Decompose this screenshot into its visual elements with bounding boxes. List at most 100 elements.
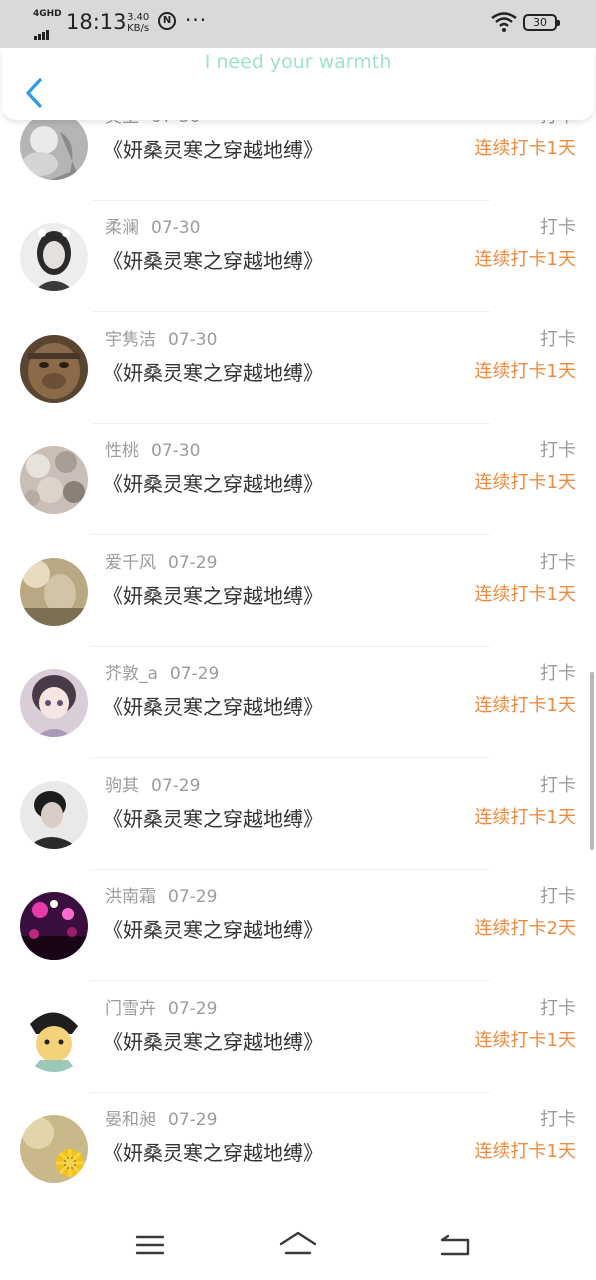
username[interactable]: 晏和昶	[105, 1110, 156, 1130]
streak-label: 连续打卡1天	[474, 1030, 576, 1051]
checkin-date: 07-30	[168, 330, 218, 350]
list-item[interactable]: 芥敦_a 07-29 打卡 《妍桑灵寒之穿越地缚》 连续打卡1天	[0, 663, 596, 780]
streak-label: 连续打卡1天	[474, 138, 576, 159]
avatar	[20, 558, 88, 626]
streak-label: 连续打卡1天	[474, 249, 576, 270]
checkin-date: 07-29	[168, 999, 218, 1019]
scrollbar[interactable]	[590, 672, 594, 850]
chevron-left-icon	[26, 78, 42, 108]
avatar	[20, 223, 88, 291]
checkin-date: 07-30	[151, 218, 201, 238]
book-title[interactable]: 《妍桑灵寒之穿越地缚》	[103, 245, 323, 274]
list-item[interactable]: 宇隽洁 07-30 打卡 《妍桑灵寒之穿越地缚》 连续打卡1天	[0, 329, 596, 446]
system-nav-bar	[0, 1210, 596, 1280]
book-title[interactable]: 《妍桑灵寒之穿越地缚》	[103, 580, 323, 609]
checkin-date: 07-29	[168, 1110, 218, 1130]
list-item[interactable]: 奕生07-30 打卡 《妍桑灵寒之穿越地缚》 连续打卡1天	[0, 106, 596, 223]
streak-label: 连续打卡1天	[474, 695, 576, 716]
list-item[interactable]: 洪南霜 07-29 打卡 《妍桑灵寒之穿越地缚》 连续打卡2天	[0, 886, 596, 1003]
user-meta: 爱千风 07-29	[105, 548, 217, 573]
checkin-date: 07-29	[169, 664, 220, 684]
network-type: 4GHD	[33, 9, 62, 19]
book-title[interactable]: 《妍桑灵寒之穿越地缚》	[103, 134, 323, 163]
wifi-icon	[491, 12, 517, 36]
book-title[interactable]: 《妍桑灵寒之穿越地缚》	[103, 691, 323, 720]
list-item[interactable]: 驹其 07-29 打卡 《妍桑灵寒之穿越地缚》 连续打卡1天	[0, 775, 596, 892]
checkin-list: 奕生07-30 打卡 《妍桑灵寒之穿越地缚》 连续打卡1天 柔澜 07-30 打卡…	[0, 0, 596, 1210]
divider	[90, 869, 490, 870]
menu-icon	[135, 1235, 165, 1255]
username[interactable]: 芥敦_a	[105, 664, 158, 684]
checkin-date: 07-30	[151, 441, 201, 461]
avatar	[20, 1115, 88, 1183]
cellular-signal-icon: 4GHD	[33, 9, 62, 40]
action-label: 打卡	[540, 552, 576, 573]
nfc-icon: N	[158, 12, 176, 30]
streak-label: 连续打卡1天	[474, 1141, 576, 1162]
network-speed-value: 3.40	[127, 12, 150, 23]
divider	[90, 980, 490, 981]
streak-label: 连续打卡2天	[474, 918, 576, 939]
user-meta: 驹其 07-29	[105, 771, 200, 796]
clock: 18:13	[66, 10, 127, 34]
user-meta: 洪南霜 07-29	[105, 882, 217, 907]
username[interactable]: 柔澜	[105, 218, 139, 238]
user-meta: 门雪卉 07-29	[105, 994, 217, 1019]
username[interactable]: 门雪卉	[105, 999, 156, 1019]
action-label: 打卡	[540, 998, 576, 1019]
avatar	[20, 669, 88, 737]
back-nav-button[interactable]	[434, 1228, 474, 1262]
divider	[90, 757, 490, 758]
home-button[interactable]	[278, 1228, 318, 1262]
divider	[90, 646, 490, 647]
book-title[interactable]: 《妍桑灵寒之穿越地缚》	[103, 357, 323, 386]
action-label: 打卡	[540, 217, 576, 238]
user-meta: 性桃 07-30	[105, 436, 200, 461]
menu-button[interactable]	[130, 1228, 170, 1262]
username[interactable]: 宇隽洁	[105, 330, 156, 350]
user-meta: 柔澜 07-30	[105, 213, 200, 238]
streak-label: 连续打卡1天	[474, 472, 576, 493]
list-item[interactable]: 门雪卉 07-29 打卡 《妍桑灵寒之穿越地缚》 连续打卡1天	[0, 998, 596, 1115]
action-label: 打卡	[540, 440, 576, 461]
network-speed-unit: KB/s	[127, 23, 150, 34]
user-meta: 晏和昶 07-29	[105, 1105, 217, 1130]
username[interactable]: 性桃	[105, 441, 139, 461]
action-label: 打卡	[540, 329, 576, 350]
username[interactable]: 洪南霜	[105, 887, 156, 907]
back-button[interactable]	[22, 76, 48, 110]
battery-icon: 30	[523, 14, 560, 31]
divider	[90, 1092, 490, 1093]
avatar	[20, 892, 88, 960]
network-speed: 3.40 KB/s	[127, 12, 149, 34]
username[interactable]: 驹其	[105, 776, 139, 796]
checkin-date: 07-29	[151, 776, 201, 796]
divider	[90, 534, 490, 535]
checkin-date: 07-29	[168, 553, 218, 573]
list-item[interactable]: 爱千风 07-29 打卡 《妍桑灵寒之穿越地缚》 连续打卡1天	[0, 552, 596, 669]
list-item[interactable]: 晏和昶 07-29 打卡 《妍桑灵寒之穿越地缚》 连续打卡1天	[0, 1109, 596, 1210]
back-arrow-icon	[440, 1234, 470, 1256]
top-header: I need your warmth	[2, 48, 594, 120]
list-item[interactable]: 性桃 07-30 打卡 《妍桑灵寒之穿越地缚》 连续打卡1天	[0, 440, 596, 557]
action-label: 打卡	[540, 775, 576, 796]
action-label: 打卡	[540, 1109, 576, 1130]
book-title[interactable]: 《妍桑灵寒之穿越地缚》	[103, 1026, 323, 1055]
streak-label: 连续打卡1天	[474, 584, 576, 605]
book-title[interactable]: 《妍桑灵寒之穿越地缚》	[103, 1137, 323, 1166]
avatar	[20, 112, 88, 180]
user-meta: 芥敦_a 07-29	[105, 659, 219, 684]
user-meta: 宇隽洁 07-30	[105, 325, 217, 350]
book-title[interactable]: 《妍桑灵寒之穿越地缚》	[103, 468, 323, 497]
page-title: I need your warmth	[204, 51, 392, 73]
streak-label: 连续打卡1天	[474, 361, 576, 382]
book-title[interactable]: 《妍桑灵寒之穿越地缚》	[103, 914, 323, 943]
list-item[interactable]: 柔澜 07-30 打卡 《妍桑灵寒之穿越地缚》 连续打卡1天	[0, 217, 596, 334]
more-notifications-icon: ···	[185, 8, 208, 32]
avatar	[20, 1004, 88, 1072]
username[interactable]: 爱千风	[105, 553, 156, 573]
book-title[interactable]: 《妍桑灵寒之穿越地缚》	[103, 803, 323, 832]
divider	[90, 423, 490, 424]
checkin-date: 07-29	[168, 887, 218, 907]
action-label: 打卡	[540, 886, 576, 907]
